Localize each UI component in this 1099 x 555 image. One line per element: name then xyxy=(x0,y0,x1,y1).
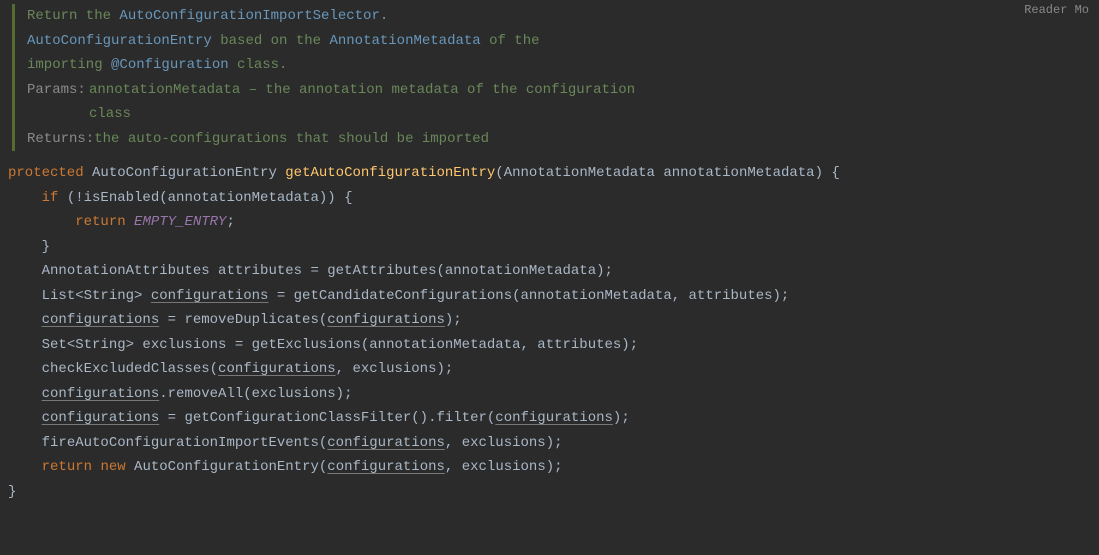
keyword-if: if xyxy=(42,190,59,206)
var-configurations: configurations xyxy=(218,361,336,377)
semicolon: ; xyxy=(226,214,234,230)
var-configurations: configurations xyxy=(327,435,445,451)
javadoc-params-text2: class xyxy=(89,106,131,122)
javadoc-text: class. xyxy=(229,57,288,73)
code-text: = getCandidateConfigurations(annotationM… xyxy=(268,288,789,304)
javadoc-text: based on the xyxy=(212,33,330,49)
paren-open: ( xyxy=(495,165,503,181)
var-configurations: configurations xyxy=(327,459,445,475)
keyword-return: return xyxy=(42,459,92,475)
code-text: .removeAll(exclusions); xyxy=(159,386,352,402)
var-configurations: configurations xyxy=(42,386,160,402)
keyword-protected: protected xyxy=(8,165,84,181)
parameter: AnnotationMetadata annotationMetadata xyxy=(504,165,815,181)
var-configurations: configurations xyxy=(42,312,160,328)
brace-close: } xyxy=(42,239,50,255)
space xyxy=(126,214,134,230)
reader-mode-label[interactable]: Reader Mo xyxy=(1024,0,1089,21)
var-configurations: configurations xyxy=(151,288,269,304)
javadoc-link[interactable]: @Configuration xyxy=(111,57,229,73)
var-configurations: configurations xyxy=(327,312,445,328)
code-text: , exclusions); xyxy=(445,435,563,451)
javadoc-text: importing xyxy=(27,57,111,73)
javadoc-link[interactable]: AutoConfigurationImportSelector. xyxy=(119,8,388,24)
code-text: , exclusions); xyxy=(445,459,563,475)
keyword-return: return xyxy=(75,214,125,230)
code-text: = removeDuplicates( xyxy=(159,312,327,328)
javadoc-params-label: Params: xyxy=(27,78,89,127)
keyword-new: new xyxy=(100,459,125,475)
javadoc-params: Params: annotationMetadata – the annotat… xyxy=(27,78,1091,127)
javadoc-text: Return the xyxy=(27,8,119,24)
code-text: ); xyxy=(613,410,630,426)
method-name: getAutoConfigurationEntry xyxy=(285,165,495,181)
return-type: AutoConfigurationEntry xyxy=(84,165,286,181)
javadoc-params-text: annotationMetadata – the annotation meta… xyxy=(89,82,635,98)
javadoc-link[interactable]: AnnotationMetadata xyxy=(329,33,480,49)
code-text: List<String> xyxy=(42,288,151,304)
javadoc-desc-line3: importing @Configuration class. xyxy=(27,53,1091,78)
javadoc-link[interactable]: AutoConfigurationEntry xyxy=(27,33,212,49)
javadoc-returns: Returns: the auto-configurations that sh… xyxy=(27,127,1091,152)
code-editor[interactable]: protected AutoConfigurationEntry getAuto… xyxy=(8,161,1091,504)
var-configurations: configurations xyxy=(42,410,160,426)
javadoc-desc-line1: Return the AutoConfigurationImportSelect… xyxy=(27,4,1091,29)
paren-close-brace: ) { xyxy=(815,165,840,181)
code-text: checkExcludedClasses( xyxy=(42,361,218,377)
code-text: = getConfigurationClassFilter().filter( xyxy=(159,410,495,426)
code-text: fireAutoConfigurationImportEvents( xyxy=(42,435,328,451)
javadoc-desc-line2: AutoConfigurationEntry based on the Anno… xyxy=(27,29,1091,54)
javadoc-block: Return the AutoConfigurationImportSelect… xyxy=(12,4,1091,151)
brace-close: } xyxy=(8,484,16,500)
code-text: AutoConfigurationEntry( xyxy=(126,459,328,475)
if-condition: (!isEnabled(annotationMetadata)) { xyxy=(58,190,352,206)
javadoc-returns-label: Returns: xyxy=(27,127,94,152)
constant-empty-entry: EMPTY_ENTRY xyxy=(134,214,226,230)
code-text: ); xyxy=(445,312,462,328)
javadoc-returns-text: the auto-configurations that should be i… xyxy=(94,127,489,152)
javadoc-text: of the xyxy=(481,33,540,49)
code-text: , exclusions); xyxy=(336,361,454,377)
code-line: Set<String> exclusions = getExclusions(a… xyxy=(42,337,639,353)
code-line: AnnotationAttributes attributes = getAtt… xyxy=(42,263,613,279)
var-configurations: configurations xyxy=(495,410,613,426)
